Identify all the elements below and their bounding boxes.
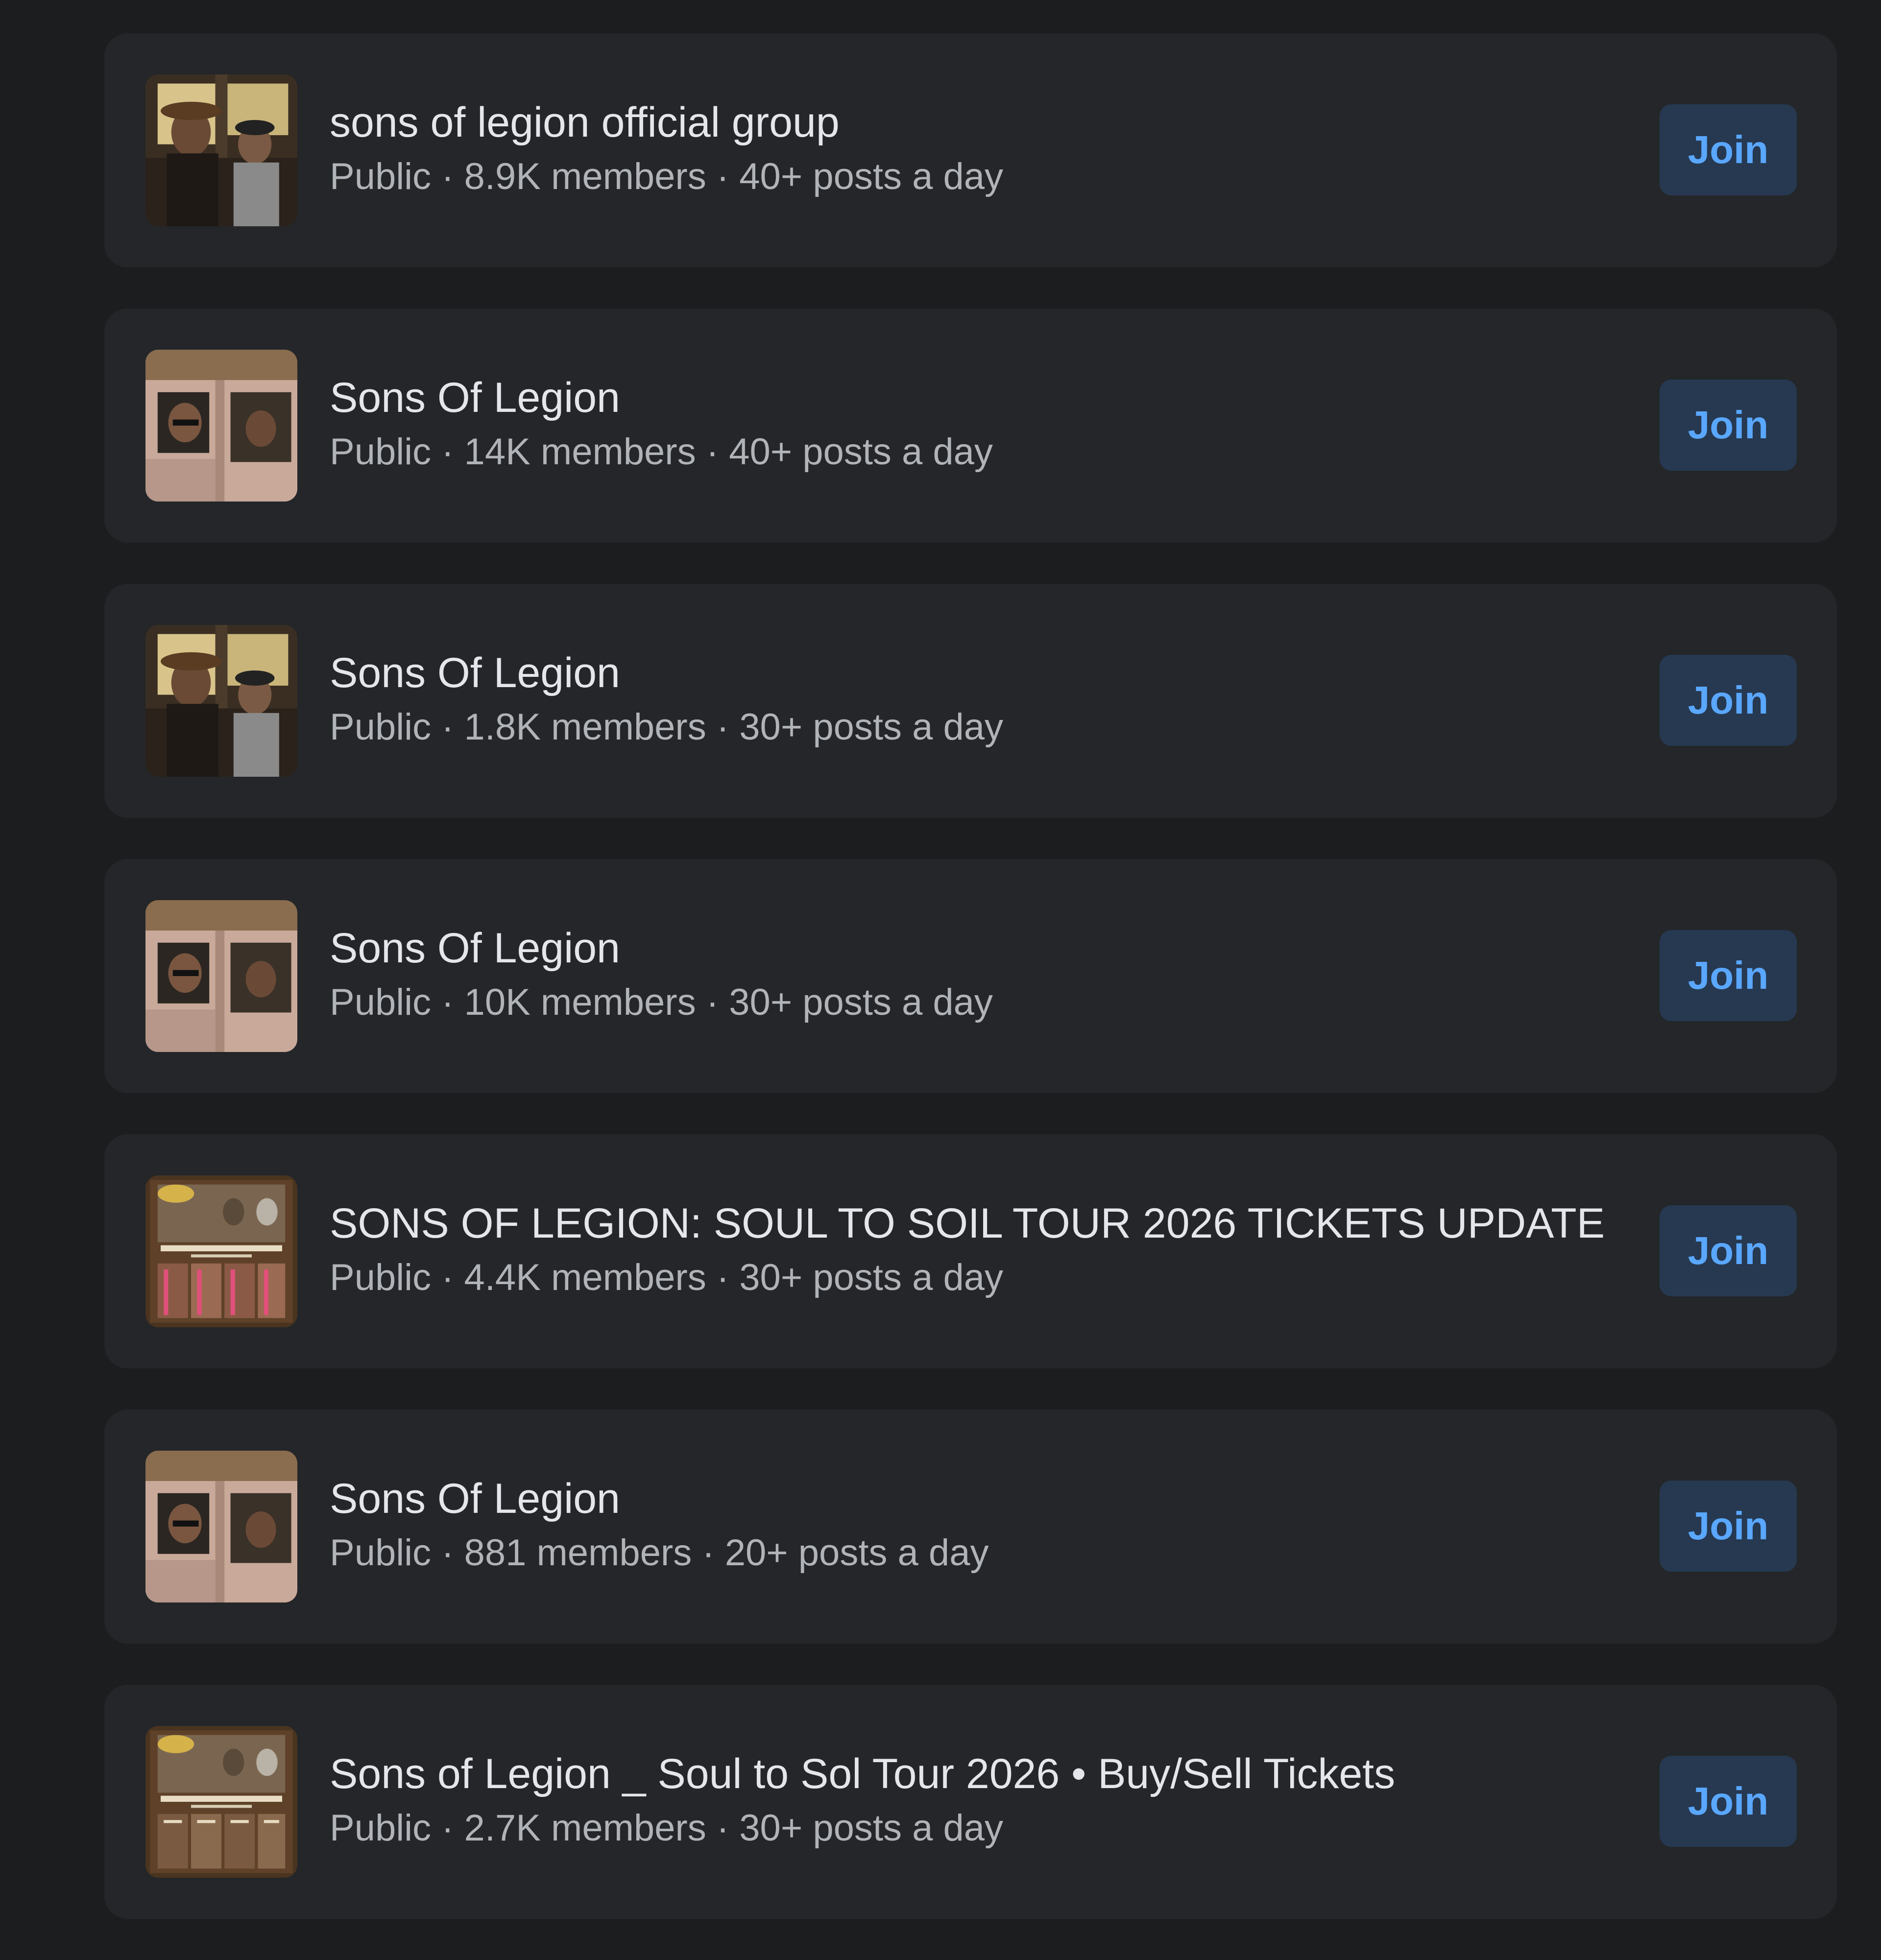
group-activity: 30+ posts a day [739,1807,1003,1849]
group-activity: 40+ posts a day [739,156,1003,197]
group-card[interactable]: Sons Of Legion Public · 14K members · 40… [104,309,1837,543]
group-meta: Public · 2.7K members · 30+ posts a day [330,1806,1003,1851]
group-thumbnail[interactable] [145,900,297,1052]
meta-separator: · [431,1807,464,1849]
group-privacy: Public [330,1257,431,1298]
join-button[interactable]: Join [1660,1481,1797,1572]
group-thumbnail[interactable] [145,625,297,777]
group-meta: Public · 4.4K members · 30+ posts a day [330,1255,1003,1300]
group-name[interactable]: SONS OF LEGION: SOUL TO SOIL TOUR 2026 T… [330,1199,1605,1248]
group-privacy: Public [330,1807,431,1849]
join-button[interactable]: Join [1660,930,1797,1021]
group-activity: 40+ posts a day [729,431,993,473]
meta-separator: · [706,706,740,748]
join-button[interactable]: Join [1660,380,1797,471]
group-thumbnail[interactable] [145,1175,297,1327]
group-privacy: Public [330,1532,431,1574]
group-meta: Public · 1.8K members · 30+ posts a day [330,705,1003,750]
meta-separator: · [431,981,464,1023]
group-privacy: Public [330,156,431,197]
group-members: 881 members [464,1532,692,1574]
group-card[interactable]: Sons Of Legion Public · 881 members · 20… [104,1410,1837,1644]
join-button[interactable]: Join [1660,104,1797,195]
group-thumbnail[interactable] [145,1726,297,1878]
group-name[interactable]: sons of legion official group [330,98,840,147]
group-meta: Public · 14K members · 40+ posts a day [330,430,993,475]
meta-separator: · [706,156,740,197]
group-card[interactable]: Sons of Legion _ Soul to Sol Tour 2026 •… [104,1685,1837,1919]
group-name[interactable]: Sons of Legion _ Soul to Sol Tour 2026 •… [330,1749,1395,1798]
group-privacy: Public [330,706,431,748]
group-members: 14K members [464,431,696,473]
group-privacy: Public [330,431,431,473]
meta-separator: · [431,1257,464,1298]
group-name[interactable]: Sons Of Legion [330,648,620,697]
meta-separator: · [431,1532,464,1574]
group-name[interactable]: Sons Of Legion [330,1474,620,1523]
group-thumbnail[interactable] [145,350,297,502]
group-card[interactable]: Sons Of Legion Public · 1.8K members · 3… [104,584,1837,818]
group-activity: 30+ posts a day [739,1257,1003,1298]
group-thumbnail[interactable] [145,1451,297,1602]
group-meta: Public · 10K members · 30+ posts a day [330,980,993,1025]
meta-separator: · [696,431,729,473]
meta-separator: · [431,706,464,748]
group-meta: Public · 8.9K members · 40+ posts a day [330,154,1003,199]
group-thumbnail[interactable] [145,74,297,226]
group-card[interactable]: Sons Of Legion Public · 10K members · 30… [104,859,1837,1093]
group-name[interactable]: Sons Of Legion [330,373,620,422]
meta-separator: · [706,1257,740,1298]
group-meta: Public · 881 members · 20+ posts a day [330,1530,989,1576]
meta-separator: · [692,1532,725,1574]
group-members: 8.9K members [464,156,706,197]
group-results-list: sons of legion official group Public · 8… [104,33,1837,1960]
join-button[interactable]: Join [1660,1756,1797,1847]
group-activity: 30+ posts a day [729,981,993,1023]
join-button[interactable]: Join [1660,655,1797,746]
group-name[interactable]: Sons Of Legion [330,924,620,973]
group-card[interactable]: SONS OF LEGION: SOUL TO SOIL TOUR 2026 T… [104,1134,1837,1368]
meta-separator: · [706,1807,740,1849]
join-button[interactable]: Join [1660,1205,1797,1296]
group-card[interactable]: sons of legion official group Public · 8… [104,33,1837,267]
group-activity: 20+ posts a day [724,1532,989,1574]
group-members: 2.7K members [464,1807,706,1849]
group-privacy: Public [330,981,431,1023]
group-members: 4.4K members [464,1257,706,1298]
group-activity: 30+ posts a day [739,706,1003,748]
group-members: 10K members [464,981,696,1023]
meta-separator: · [696,981,729,1023]
group-members: 1.8K members [464,706,706,748]
meta-separator: · [431,156,464,197]
meta-separator: · [431,431,464,473]
